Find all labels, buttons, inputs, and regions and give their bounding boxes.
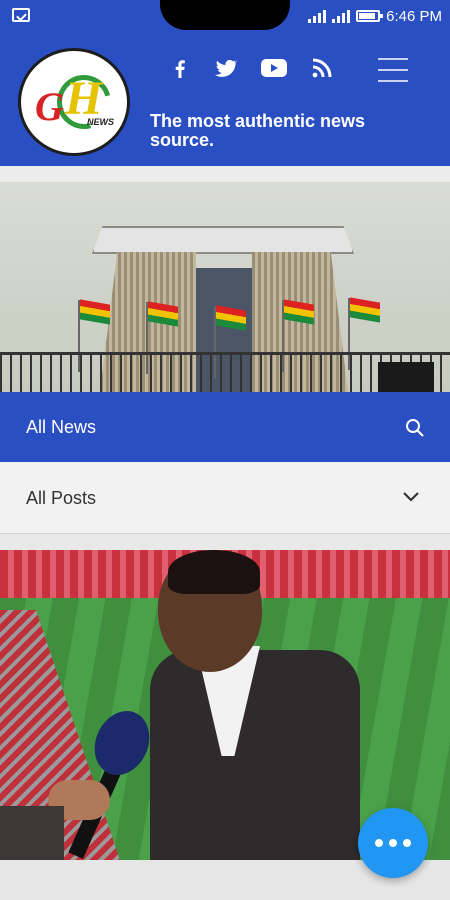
reporter-sleeve — [0, 806, 64, 860]
twitter-icon[interactable] — [214, 56, 238, 80]
rss-icon[interactable] — [310, 56, 334, 80]
signal-icon-2 — [332, 9, 351, 23]
section-spacer — [0, 166, 450, 182]
gh-news-logo[interactable]: G H NEWS — [18, 48, 130, 156]
social-links — [168, 56, 334, 80]
hamburger-menu-icon[interactable] — [378, 58, 408, 82]
filter-selected-value: All Posts — [26, 488, 97, 508]
screenshot-notification-icon — [12, 8, 30, 22]
status-indicators: 6:46 PM — [308, 6, 442, 26]
youtube-icon[interactable] — [260, 56, 288, 80]
logo-subtext: NEWS — [87, 117, 114, 127]
logo-letter-g: G — [35, 84, 64, 129]
category-label: All News — [26, 417, 97, 437]
more-dots-icon[interactable] — [358, 808, 428, 878]
search-icon[interactable] — [405, 418, 424, 437]
category-bar[interactable]: All News — [0, 392, 450, 462]
signal-icon — [308, 9, 327, 23]
coat-of-arms-plaque — [378, 362, 434, 392]
hero-image-jubilee-house — [0, 182, 450, 392]
section-spacer — [0, 534, 450, 550]
status-time: 6:46 PM — [386, 7, 442, 25]
building-roof — [92, 226, 354, 254]
site-tagline: The most authentic news source. — [150, 111, 366, 150]
status-bar: 6:46 PM — [0, 0, 450, 32]
camera-notch — [160, 0, 290, 30]
interviewee-hair — [168, 550, 260, 594]
interviewee-suit — [150, 650, 360, 860]
facebook-icon[interactable] — [168, 56, 192, 80]
battery-icon — [356, 10, 384, 22]
chevron-down-icon[interactable] — [402, 490, 420, 502]
posts-filter-dropdown[interactable]: All Posts — [0, 462, 450, 534]
app-header: G H NEWS The most authentic news source. — [0, 32, 450, 166]
